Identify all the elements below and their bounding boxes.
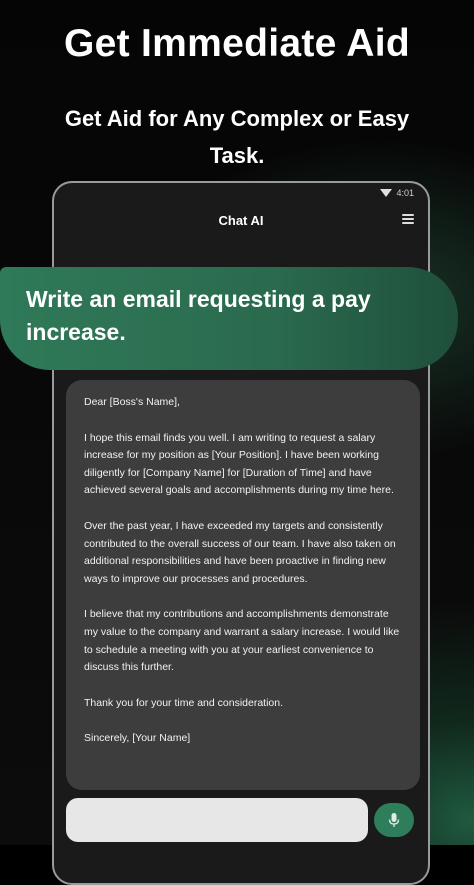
subheadline: Get Aid for Any Complex or Easy Task. (64, 106, 410, 168)
response-signoff: Sincerely, [Your Name] (84, 732, 191, 745)
status-bar: 4:01 (380, 188, 414, 198)
response-paragraph-4: Thank you for your time and consideratio… (84, 696, 284, 709)
response-greeting: Dear [Boss's Name], (84, 396, 180, 408)
response-paragraph-1: I hope this email finds you well. I am w… (84, 431, 394, 497)
microphone-icon (388, 813, 400, 827)
message-input[interactable] (66, 798, 368, 842)
mic-button[interactable] (374, 803, 414, 837)
response-paragraph-2: Over the past year, I have exceeded my t… (84, 519, 396, 585)
headline: Get Immediate Aid (63, 22, 411, 65)
app-title: Chat AI (218, 213, 264, 228)
response-paragraph-3: I believe that my contributions and acco… (84, 608, 400, 674)
hamburger-menu-icon[interactable] (402, 214, 414, 224)
wifi-icon (380, 189, 393, 197)
ai-response-card: Dear [Boss's Name], I hope this email fi… (66, 380, 420, 790)
status-time: 4:01 (396, 188, 414, 198)
user-prompt-bubble: Write an email requesting a pay increase… (0, 267, 458, 370)
